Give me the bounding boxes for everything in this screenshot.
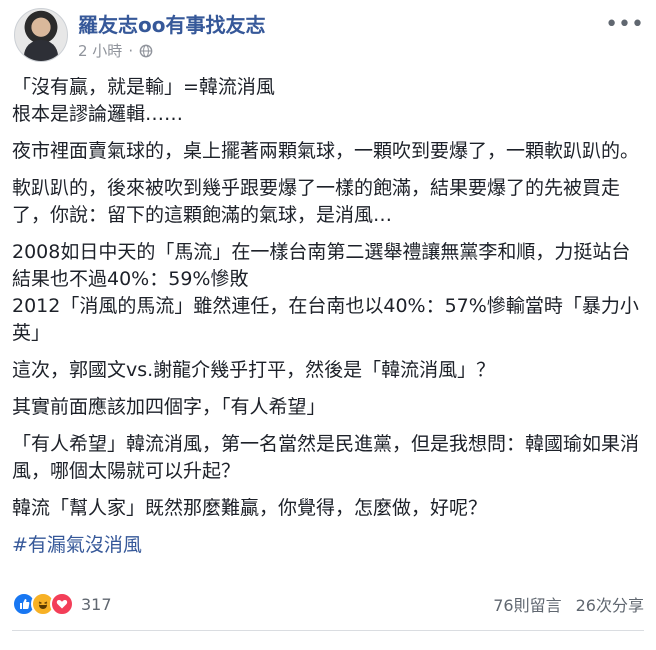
post-stats: 76則留言 26次分享	[493, 592, 644, 616]
more-options-icon[interactable]: •••	[605, 12, 644, 37]
avatar[interactable]	[14, 8, 68, 62]
post-time[interactable]: 2 小時	[78, 40, 122, 61]
love-icon	[50, 592, 74, 616]
post-header: 羅友志oo有事找友志 2 小時 · •••	[12, 6, 644, 64]
post-paragraph: 這次，郭國文vs.謝龍介幾乎打平，然後是「韓流消風」？	[12, 359, 496, 381]
globe-icon	[139, 44, 153, 57]
hashtag-link[interactable]: #有漏氣沒消風	[12, 534, 142, 556]
reaction-summary[interactable]: 317	[12, 592, 112, 616]
post-paragraph: 韓流「幫人家」既然那麼難贏，你覺得，怎麼做，好呢？	[12, 497, 488, 519]
dot-separator: ·	[128, 41, 134, 60]
post-paragraph: 「有人希望」韓流消風，第一名當然是民進黨，但是我想問：韓國瑜如果消風，哪個太陽就…	[12, 433, 640, 482]
post-paragraph: 2008如日中天的「馬流」在一樣台南第二選舉禮讓無黨李和順，力挺站台結果也不過4…	[12, 241, 639, 344]
post-meta: 2 小時 ·	[78, 40, 153, 61]
author-name[interactable]: 羅友志oo有事找友志	[78, 9, 265, 38]
post-paragraph: 夜市裡面賣氣球的，桌上擺著兩顆氣球，一顆吹到要爆了，一顆軟趴趴的。	[12, 140, 640, 162]
post-footer: 317 76則留言 26次分享	[12, 590, 644, 618]
facebook-post: 羅友志oo有事找友志 2 小時 · ••• 「沒有贏，就是輸」=韓流消風 根本是…	[0, 0, 656, 650]
post-paragraph: 「沒有贏，就是輸」=韓流消風 根本是謬論邏輯……	[12, 76, 275, 125]
reaction-count[interactable]: 317	[81, 595, 112, 614]
post-paragraph: 其實前面應該加四個字，「有人希望」	[12, 396, 326, 418]
avatar-figure	[24, 40, 58, 61]
comments-count[interactable]: 76則留言	[493, 592, 561, 616]
post-paragraph: 軟趴趴的，後來被吹到幾乎跟要爆了一樣的飽滿，結果要爆了的先被買走了，你說：留下的…	[12, 177, 621, 226]
post-content: 「沒有贏，就是輸」=韓流消風 根本是謬論邏輯…… 夜市裡面賣氣球的，桌上擺著兩顆…	[12, 74, 644, 569]
shares-count[interactable]: 26次分享	[576, 592, 644, 616]
footer-divider	[12, 630, 644, 631]
